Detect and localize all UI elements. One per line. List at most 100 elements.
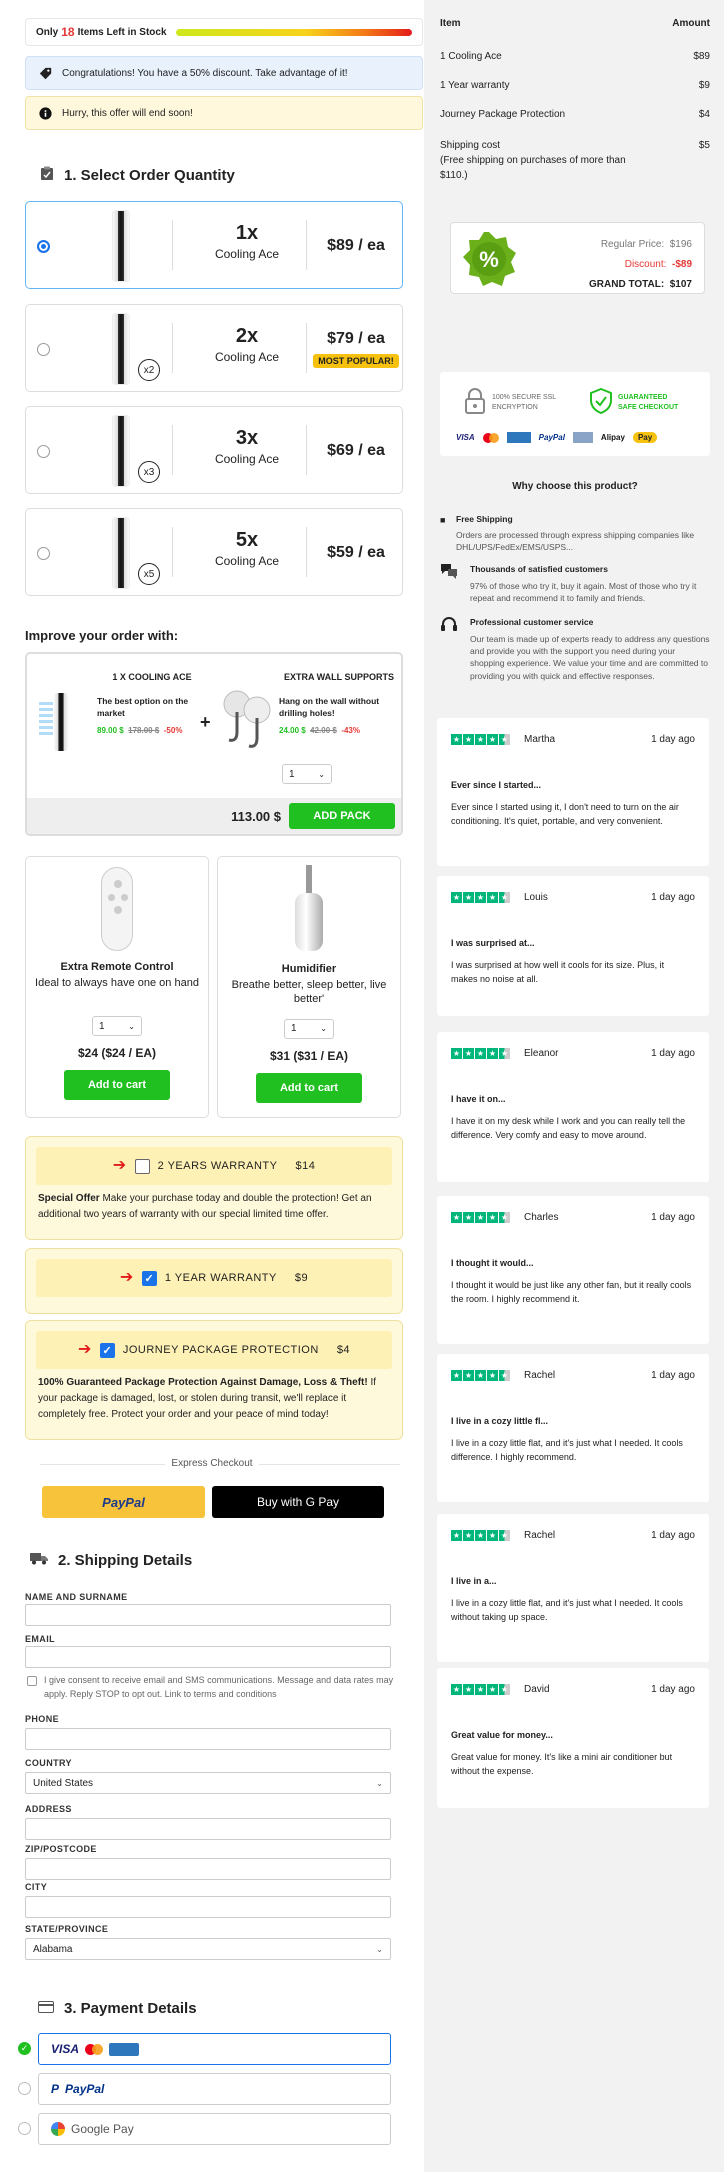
quantity-badge: x5 <box>138 563 160 585</box>
two-year-warranty-offer: ➔ 2 YEARS WARRANTY $14 Special Offer Mak… <box>25 1136 403 1240</box>
shield-check-icon <box>590 387 612 417</box>
name-field[interactable] <box>25 1604 391 1626</box>
addon-name: Humidifier <box>281 963 337 975</box>
card-payment-option[interactable]: VISA <box>38 2033 391 2065</box>
bundle-item1-price: 89.00 $ <box>97 725 124 735</box>
addon-quantity-select[interactable]: 1 ⌄ <box>92 1016 142 1037</box>
review-date: 1 day ago <box>651 892 695 903</box>
shipping-title-text: 2. Shipping Details <box>58 1552 193 1569</box>
state-select[interactable]: Alabama ⌄ <box>25 1938 391 1960</box>
mastercard-icon <box>482 432 499 443</box>
star-rating: ★ ★ ★ ★ ★ <box>451 1530 510 1541</box>
why-title: Why choose this product? <box>512 481 638 492</box>
add-to-cart-button[interactable]: Add to cart <box>64 1070 170 1101</box>
gpay-payment-radio[interactable] <box>18 2122 31 2135</box>
card-payment-radio[interactable]: ✓ <box>18 2042 31 2055</box>
add-to-cart-button[interactable]: Add to cart <box>256 1072 362 1103</box>
unit-price: $69 / ea <box>327 442 385 459</box>
quantity-radio[interactable] <box>37 240 50 253</box>
review-headline: Ever since I started... <box>451 780 542 790</box>
chevron-down-icon: ⌄ <box>128 1021 135 1031</box>
protection-price: $4 <box>336 1344 351 1356</box>
review-card: ★ ★ ★ ★ ★ Martha 1 day ago Ever since I starte… <box>437 718 709 866</box>
bundle-quantity-select[interactable]: 1 ⌄ <box>282 764 332 784</box>
quantity-option-2[interactable]: x2 2x Cooling Ace $79 / ea MOST POPULAR! <box>25 304 403 392</box>
bundle-item2-desc: Hang on the wall without drilling holes! <box>279 696 380 718</box>
hurry-notice: Hurry, this offer will end soon! <box>25 96 423 130</box>
quantity-section-title: 1. Select Order Quantity <box>40 166 235 185</box>
star-rating: ★ ★ ★ ★ ★ <box>451 734 510 745</box>
unit-price: $59 / ea <box>327 544 385 561</box>
chevron-down-icon: ⌄ <box>320 1024 327 1034</box>
country-value: United States <box>33 1777 94 1789</box>
cooling-ace-image: x5 <box>86 517 160 589</box>
quantity-multiplier: 5x <box>235 529 259 551</box>
star-rating: ★ ★ ★ ★ ★ <box>451 1048 510 1059</box>
guaranteed-text: GUARANTEED SAFE CHECKOUT <box>618 394 679 411</box>
google-pay-express-button[interactable]: Buy with G Pay <box>212 1486 384 1518</box>
address-field[interactable] <box>25 1818 391 1840</box>
quantity-option-1[interactable]: 1x Cooling Ace $89 / ea <box>25 201 403 289</box>
stock-prefix: Only <box>36 26 59 38</box>
warranty-price: $9 <box>294 1272 309 1284</box>
hurry-text: Hurry, this offer will end soon! <box>62 107 193 119</box>
remote-control-image <box>101 867 133 951</box>
one-year-warranty-checkbox[interactable]: ✓ <box>141 1270 157 1286</box>
review-card: ★ ★ ★ ★ ★ Rachel 1 day ago I live in a... I li… <box>437 1514 709 1662</box>
city-field[interactable] <box>25 1896 391 1918</box>
arrow-right-icon: ➔ <box>119 1269 134 1286</box>
quantity-multiplier: 3x <box>235 427 259 449</box>
country-label: COUNTRY <box>25 1758 72 1768</box>
package-protection-checkbox[interactable]: ✓ <box>99 1342 115 1358</box>
review-text: Ever since I started using it, I don't n… <box>451 802 679 827</box>
add-pack-button[interactable]: ADD PACK <box>289 803 395 829</box>
reviewer-name: Louis <box>524 892 548 903</box>
phone-field[interactable] <box>25 1728 391 1750</box>
visa-logo: VISA <box>456 433 475 442</box>
bundle-item1-title: 1 X COOLING ACE <box>112 672 192 682</box>
review-card: ★ ★ ★ ★ ★ David 1 day ago Great value for mone… <box>437 1668 709 1808</box>
cooling-ace-image <box>86 210 156 282</box>
summary-item: 1 Cooling Ace <box>440 51 502 62</box>
why-choose-section: Why choose this product? ■ Free Shipping… <box>440 480 710 682</box>
discount-label: Discount: <box>624 259 667 270</box>
paypal-payment-radio[interactable] <box>18 2082 31 2095</box>
stock-progress-bar <box>176 28 412 36</box>
quantity-radio[interactable] <box>37 445 50 458</box>
stock-suffix: Items Left in Stock <box>77 26 167 38</box>
clipboard-icon <box>40 166 54 185</box>
review-headline: Great value for money... <box>451 1730 553 1740</box>
review-card: ★ ★ ★ ★ ★ Eleanor 1 day ago I have it on... I … <box>437 1032 709 1182</box>
addon-quantity-select[interactable]: 1 ⌄ <box>284 1018 334 1039</box>
unit-price: $89 / ea <box>327 237 385 254</box>
review-card: ★ ★ ★ ★ ★ Rachel 1 day ago I live in a cozy li… <box>437 1354 709 1502</box>
quantity-multiplier: 1x <box>235 222 259 244</box>
quantity-option-4[interactable]: x5 5x Cooling Ace $59 / ea <box>25 508 403 596</box>
headset-icon <box>440 616 458 638</box>
name-label: NAME AND SURNAME <box>25 1592 128 1602</box>
quantity-option-3[interactable]: x3 3x Cooling Ace $69 / ea <box>25 406 403 494</box>
bundle-item2-discount: -43% <box>341 725 360 735</box>
item-column-header: Item <box>440 18 461 29</box>
paypal-express-button[interactable]: PayPal <box>42 1486 205 1518</box>
most-popular-badge: MOST POPULAR! <box>313 354 399 368</box>
two-year-warranty-checkbox[interactable] <box>134 1158 150 1174</box>
stock-banner: Only 18 Items Left in Stock <box>25 18 423 46</box>
quantity-radio[interactable] <box>37 547 50 560</box>
email-field[interactable] <box>25 1646 391 1668</box>
review-headline: I have it on... <box>451 1094 506 1104</box>
gpay-payment-option[interactable]: Google Pay <box>38 2113 391 2145</box>
paypal-payment-option[interactable]: P PayPal <box>38 2073 391 2105</box>
review-date: 1 day ago <box>651 1684 695 1695</box>
credit-card-icon <box>38 2000 54 2017</box>
alipay-logo: Alipay <box>600 433 625 442</box>
consent-checkbox[interactable] <box>27 1676 37 1686</box>
truck-icon <box>30 1552 48 1569</box>
quantity-radio[interactable] <box>37 343 50 356</box>
regular-price-label: Regular Price: <box>600 239 665 250</box>
lock-icon <box>464 388 486 417</box>
star-rating: ★ ★ ★ ★ ★ <box>451 1370 510 1381</box>
consent-text: I give consent to receive email and SMS … <box>44 1675 394 1699</box>
country-select[interactable]: United States ⌄ <box>25 1772 391 1794</box>
zip-field[interactable] <box>25 1858 391 1880</box>
